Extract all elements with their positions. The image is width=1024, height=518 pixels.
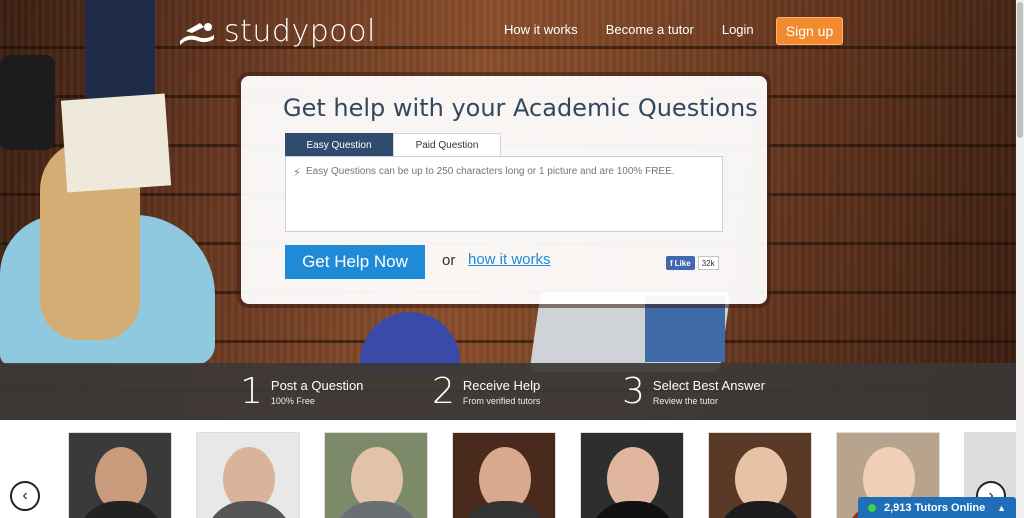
tutor-shoulders [333, 501, 421, 518]
signup-button[interactable]: Sign up [776, 17, 843, 45]
step-title: Post a Question [270, 377, 364, 393]
carousel-prev-button[interactable]: ‹ [10, 481, 40, 511]
card-title: Get help with your Academic Questions [283, 94, 758, 122]
step-number: 1 [240, 371, 263, 412]
chevron-up-icon: ▲ [997, 502, 1006, 513]
question-tabs: Easy Question Paid Question [285, 133, 501, 157]
step-1: 1 Post a Question 100% Free [240, 371, 363, 412]
how-it-works-link[interactable]: how it works [468, 251, 551, 268]
facebook-like-button[interactable]: f Like [666, 256, 695, 270]
tutor-card[interactable] [324, 432, 428, 518]
question-input[interactable] [286, 157, 722, 231]
question-card: Get help with your Academic Questions Ea… [241, 76, 767, 304]
tab-paid-question[interactable]: Paid Question [393, 133, 501, 157]
step-2: 2 Receive Help From verified tutors [432, 371, 540, 412]
top-navigation: studypool How it works Become a tutor Lo… [0, 0, 1024, 62]
how-it-works-steps: 1 Post a Question 100% Free 2 Receive He… [0, 363, 1024, 420]
tutor-shoulders [589, 501, 677, 518]
get-help-now-button[interactable]: Get Help Now [285, 245, 425, 279]
bag-image [0, 55, 55, 150]
book-image [60, 93, 172, 193]
tutor-card[interactable] [580, 432, 684, 518]
step-3: 3 Select Best Answer Review the tutor [622, 371, 765, 412]
step-title: Receive Help [462, 377, 541, 393]
tutor-card[interactable] [68, 432, 172, 518]
step-number: 2 [432, 371, 455, 412]
facebook-like-widget: f Like 32k [666, 256, 719, 270]
tutor-card[interactable] [708, 432, 812, 518]
facebook-like-count: 32k [697, 256, 719, 270]
page-scrollbar[interactable] [1016, 0, 1024, 518]
tutors-online-label: 2,913 Tutors Online [884, 501, 986, 514]
question-box: ⚡ [285, 156, 723, 232]
brand-name: studypool [224, 14, 376, 49]
brand-logo[interactable]: studypool [178, 14, 376, 49]
step-title: Select Best Answer [652, 377, 765, 393]
tutors-online-badge[interactable]: 2,913 Tutors Online ▲ [858, 497, 1016, 518]
tutor-shoulders [205, 501, 293, 518]
nav-become-a-tutor[interactable]: Become a tutor [606, 16, 694, 44]
tutor-shoulders [77, 501, 165, 518]
step-subtitle: 100% Free [270, 395, 315, 406]
tutor-card[interactable] [452, 432, 556, 518]
scrollbar-thumb[interactable] [1017, 2, 1023, 138]
swimmer-logo-icon [178, 19, 216, 45]
laptop-screen-image [645, 296, 725, 362]
tutor-card[interactable] [196, 432, 300, 518]
nav-login[interactable]: Login [722, 16, 754, 44]
tutor-shoulders [461, 501, 549, 518]
tab-easy-question[interactable]: Easy Question [285, 133, 393, 157]
lightning-icon: ⚡ [293, 167, 301, 179]
step-subtitle: From verified tutors [462, 395, 541, 406]
facebook-like-label: Like [674, 258, 691, 268]
tutor-shoulders [717, 501, 805, 518]
nav-how-it-works[interactable]: How it works [504, 16, 578, 44]
step-subtitle: Review the tutor [652, 395, 718, 406]
main-nav: How it works Become a tutor Login [504, 16, 782, 44]
facebook-f-icon: f [670, 258, 673, 268]
step-number: 3 [622, 371, 645, 412]
online-status-icon [868, 503, 876, 512]
or-text: or [442, 252, 456, 269]
chevron-left-icon: ‹ [22, 487, 28, 504]
